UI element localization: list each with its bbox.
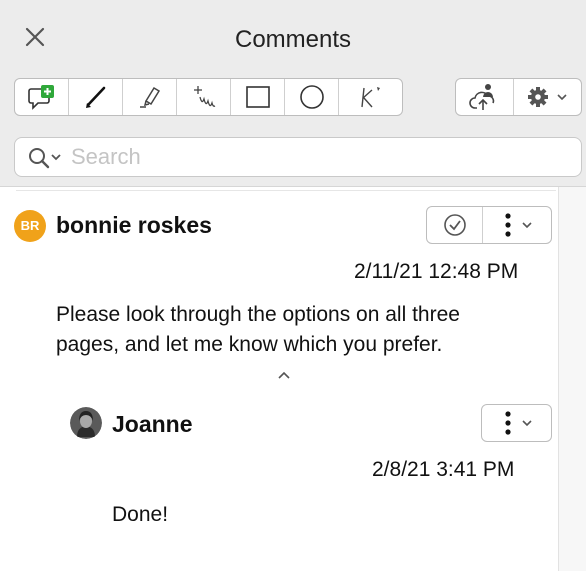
checkmark-circle-icon [443, 214, 466, 236]
ellipse-button[interactable] [285, 79, 339, 115]
more-vertical-icon [505, 213, 532, 237]
reply-actions [481, 404, 552, 442]
add-comment-icon [27, 85, 54, 110]
reply-author: Joanne [112, 411, 193, 437]
comment-text-line: Please look through the options on all t… [56, 303, 460, 326]
pen-line-button[interactable] [69, 79, 123, 115]
reply-more-button[interactable] [482, 405, 551, 441]
reply-text: Done! [112, 503, 169, 526]
reply-timestamp: 2/8/21 3:41 PM [372, 458, 515, 481]
ellipse-icon [299, 85, 324, 109]
panel-title: Comments [234, 26, 352, 53]
gear-icon [527, 87, 567, 107]
rectangle-icon [245, 86, 270, 108]
more-vertical-icon [504, 411, 532, 435]
callout-button[interactable] [339, 79, 402, 115]
avatar [70, 407, 102, 439]
search-icon [29, 148, 61, 169]
freehand-icon [193, 86, 215, 107]
share-cloud-icon [468, 84, 494, 110]
pen-line-icon [85, 86, 105, 108]
comment-actions [426, 206, 552, 244]
highlighter-button[interactable] [123, 79, 177, 115]
settings-menu-button[interactable] [514, 79, 581, 115]
comment-timestamp: 2/11/21 12:48 PM [354, 260, 519, 283]
comment-author: bonnie roskes [56, 212, 212, 238]
avatar: BR [14, 210, 46, 242]
comment-more-button[interactable] [483, 207, 551, 243]
freehand-button[interactable] [177, 79, 231, 115]
scrollbar[interactable] [558, 187, 586, 571]
resolve-button[interactable] [427, 207, 483, 243]
search-input[interactable] [71, 144, 551, 170]
share-button[interactable] [456, 79, 514, 115]
add-comment-button[interactable] [15, 79, 69, 115]
comment-text-line: pages, and let me know which you prefer. [56, 333, 443, 356]
search-field[interactable] [14, 137, 582, 177]
callout-icon [360, 87, 380, 108]
divider [16, 190, 556, 191]
user-photo-icon [70, 407, 102, 439]
highlighter-icon [139, 86, 160, 108]
annotation-tools-group [14, 78, 403, 116]
share-settings-group [455, 78, 582, 116]
chevron-up-icon [278, 371, 290, 379]
collapse-replies-button[interactable] [276, 368, 292, 386]
rectangle-button[interactable] [231, 79, 285, 115]
